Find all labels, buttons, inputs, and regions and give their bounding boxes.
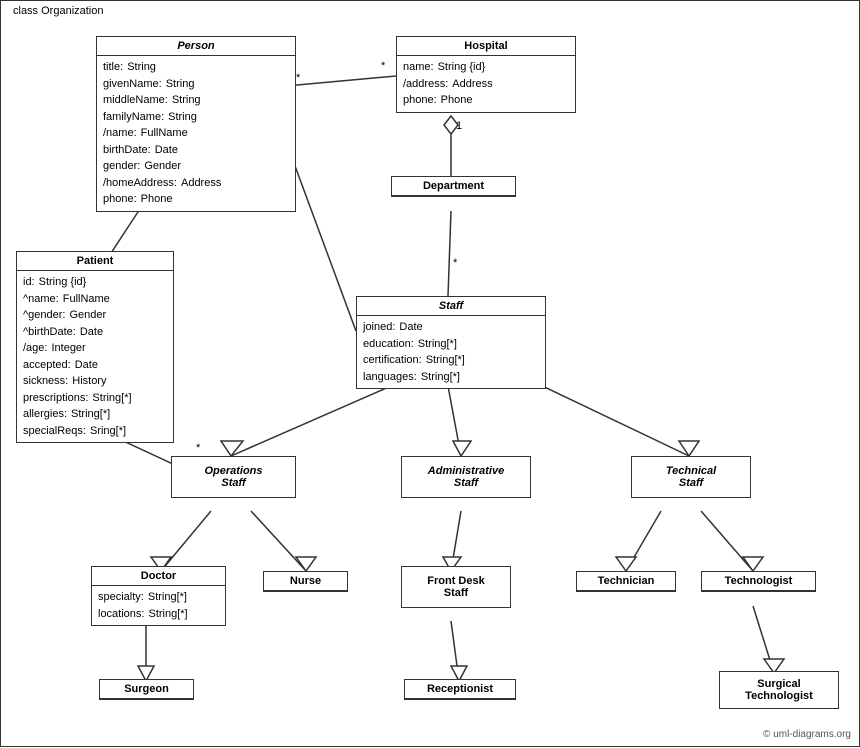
surgical-technologist-title: SurgicalTechnologist — [720, 672, 838, 708]
operations-staff-title: OperationsStaff — [172, 457, 295, 497]
surgeon-title: Surgeon — [100, 680, 193, 699]
front-desk-staff-class: Front DeskStaff — [401, 566, 511, 608]
doctor-attrs: specialty:String[*] locations:String[*] — [92, 586, 225, 625]
technologist-title: Technologist — [702, 572, 815, 591]
svg-text:*: * — [196, 442, 201, 454]
svg-text:*: * — [453, 257, 458, 269]
surgeon-class: Surgeon — [99, 679, 194, 700]
patient-title: Patient — [17, 252, 173, 271]
person-class: Person title:String givenName:String mid… — [96, 36, 296, 212]
technician-class: Technician — [576, 571, 676, 592]
technician-title: Technician — [577, 572, 675, 591]
nurse-title: Nurse — [264, 572, 347, 591]
technical-staff-class: TechnicalStaff — [631, 456, 751, 498]
patient-class: Patient id:String {id} ^name:FullName ^g… — [16, 251, 174, 443]
doctor-class: Doctor specialty:String[*] locations:Str… — [91, 566, 226, 626]
doctor-title: Doctor — [92, 567, 225, 586]
administrative-staff-title: AdministrativeStaff — [402, 457, 530, 497]
person-attrs: title:String givenName:String middleName… — [97, 56, 295, 211]
svg-text:*: * — [381, 60, 386, 72]
person-title: Person — [97, 37, 295, 56]
department-title: Department — [392, 177, 515, 196]
hospital-attrs: name:String {id} /address:Address phone:… — [397, 56, 575, 112]
operations-staff-class: OperationsStaff — [171, 456, 296, 498]
staff-title: Staff — [357, 297, 545, 316]
administrative-staff-class: AdministrativeStaff — [401, 456, 531, 498]
svg-text:*: * — [296, 72, 301, 84]
technical-staff-title: TechnicalStaff — [632, 457, 750, 497]
department-class: Department — [391, 176, 516, 197]
front-desk-staff-title: Front DeskStaff — [402, 567, 510, 607]
receptionist-title: Receptionist — [405, 680, 515, 699]
patient-attrs: id:String {id} ^name:FullName ^gender:Ge… — [17, 271, 173, 442]
staff-attrs: joined:Date education:String[*] certific… — [357, 316, 545, 388]
diagram-container: class Organization — [0, 0, 860, 747]
nurse-class: Nurse — [263, 571, 348, 592]
staff-class: Staff joined:Date education:String[*] ce… — [356, 296, 546, 389]
svg-text:1: 1 — [456, 120, 462, 132]
hospital-title: Hospital — [397, 37, 575, 56]
technologist-class: Technologist — [701, 571, 816, 592]
hospital-class: Hospital name:String {id} /address:Addre… — [396, 36, 576, 113]
receptionist-class: Receptionist — [404, 679, 516, 700]
surgical-technologist-class: SurgicalTechnologist — [719, 671, 839, 709]
diagram-title: class Organization — [9, 5, 108, 17]
copyright: © uml-diagrams.org — [763, 729, 851, 740]
